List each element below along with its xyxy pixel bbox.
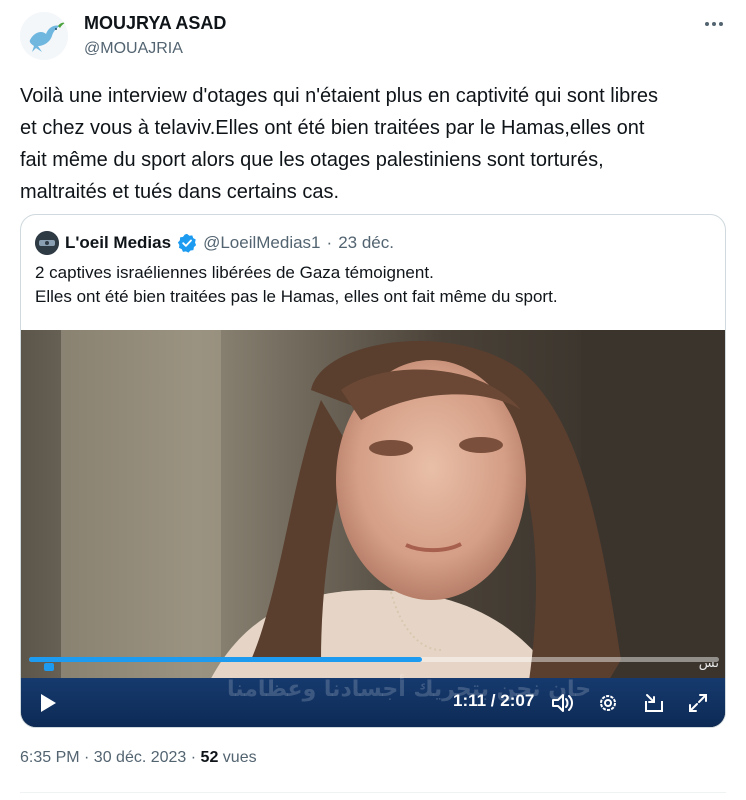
quoted-date[interactable]: 23 déc.: [338, 233, 394, 253]
tweet: MOUJRYA ASAD @MOUAJRIA Voilà une intervi…: [0, 0, 746, 800]
fullscreen-icon: [689, 694, 707, 712]
pip-button[interactable]: [641, 690, 667, 716]
tweet-meta: 6:35 PM · 30 déc. 2023 · 52 vues: [20, 749, 257, 767]
quoted-header: L'oeil Medias @LoeilMedias1 · 23 déc.: [35, 231, 394, 255]
quoted-tweet[interactable]: L'oeil Medias @LoeilMedias1 · 23 déc. 2 …: [20, 214, 726, 728]
views-label: vues: [218, 749, 257, 766]
video-progress-fill: [29, 657, 423, 662]
fullscreen-button[interactable]: [685, 690, 711, 716]
gear-icon: [600, 695, 616, 711]
tweet-text: Voilà une interview d'otages qui n'étaie…: [20, 85, 659, 203]
play-icon: [41, 694, 56, 712]
more-button[interactable]: [702, 12, 726, 36]
video-brand-mark: ىس: [698, 656, 719, 671]
video-frame: [21, 330, 725, 727]
author-handle[interactable]: @MOUAJRIA: [84, 38, 226, 60]
author-info[interactable]: MOUJRYA ASAD @MOUAJRIA: [84, 12, 226, 60]
loeil-logo-icon: [35, 231, 59, 255]
author-avatar[interactable]: [20, 12, 68, 60]
views-count: 52: [200, 749, 219, 766]
video-subtitle: حان نحن بتحريك أجسادنا وعظامنا: [227, 677, 592, 702]
quoted-author-name[interactable]: L'oeil Medias: [65, 233, 171, 253]
video-progress-track[interactable]: [29, 657, 719, 662]
author-name[interactable]: MOUJRYA ASAD: [84, 12, 226, 34]
quoted-separator: ·: [326, 233, 333, 252]
quoted-text: 2 captives israéliennes libérées de Gaza…: [35, 263, 558, 306]
video-player[interactable]: ىس 1:11 / 2:07 حان نحن بتحريك أجسادنا وع…: [21, 330, 725, 727]
verified-badge-icon: [177, 233, 197, 253]
video-progress-marker: [44, 663, 54, 671]
more-icon: [705, 22, 723, 26]
dove-icon: [20, 12, 68, 60]
divider: [20, 792, 726, 793]
picture-in-picture-icon: [645, 694, 663, 712]
tweet-timestamp[interactable]: 6:35 PM · 30 déc. 2023 ·: [20, 749, 201, 766]
play-button[interactable]: [35, 690, 61, 716]
quoted-author-handle[interactable]: @LoeilMedias1: [203, 233, 320, 253]
quoted-avatar[interactable]: [35, 231, 59, 255]
settings-button[interactable]: [595, 690, 621, 716]
